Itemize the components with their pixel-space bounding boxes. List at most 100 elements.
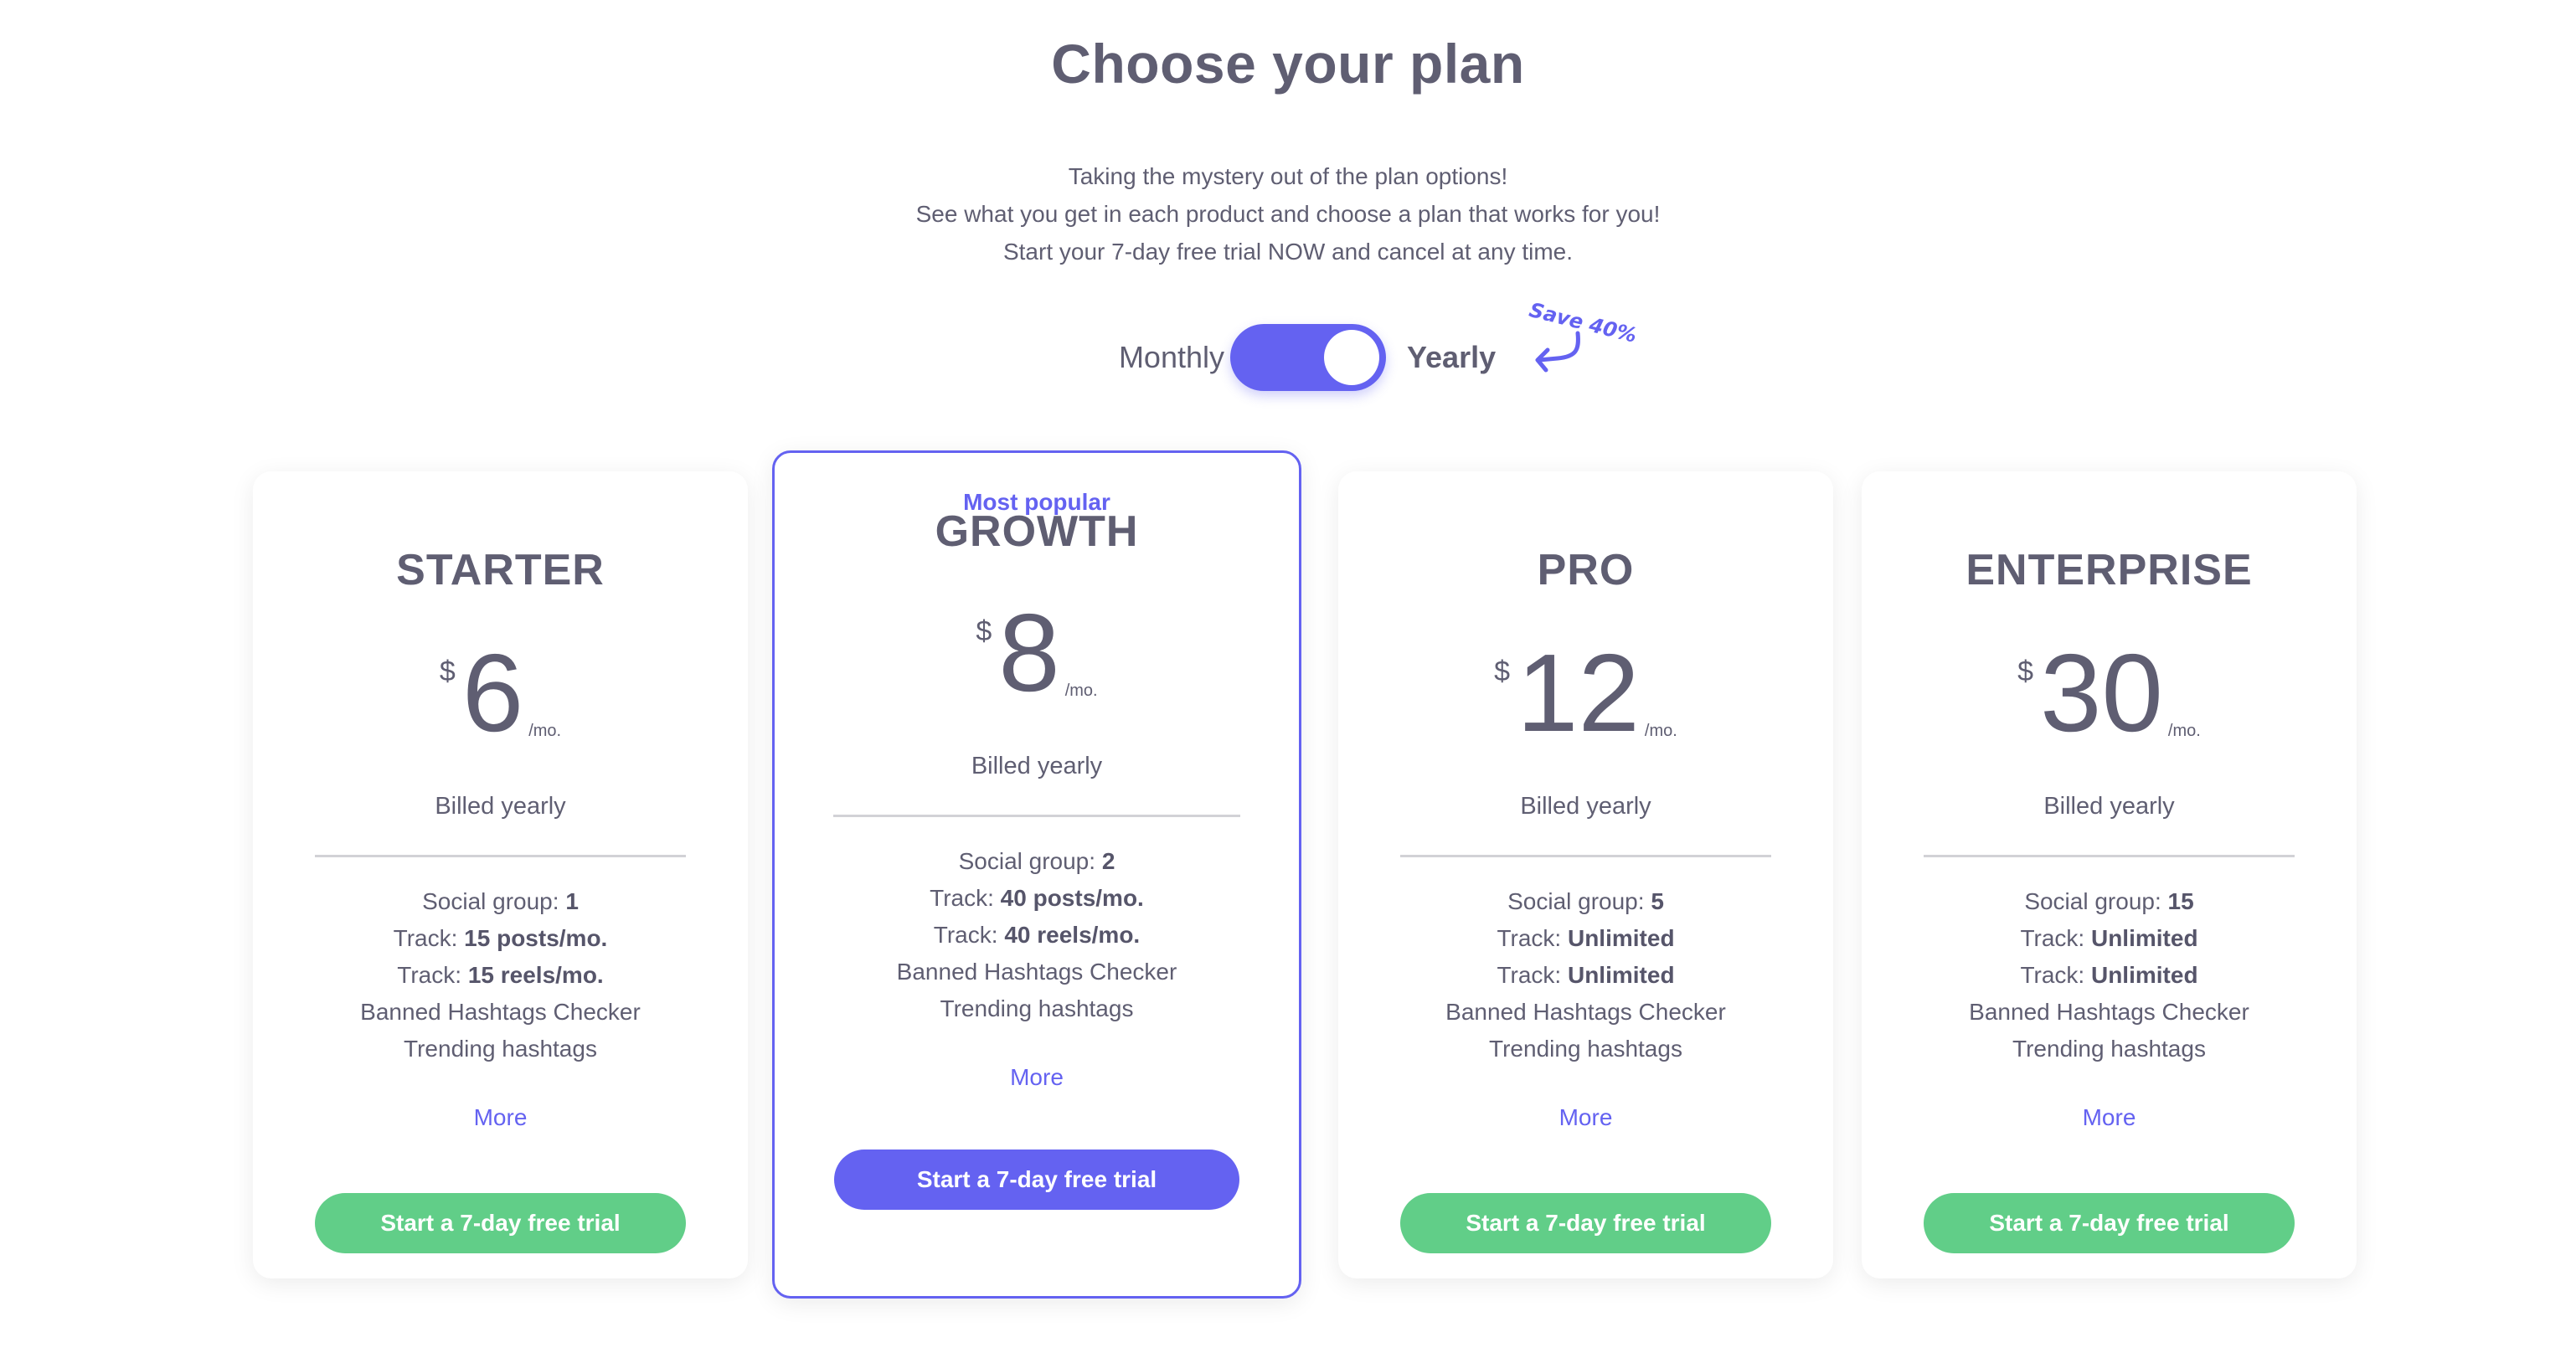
feature-item: Track: Unlimited: [1862, 957, 2357, 994]
subtitle-line: Taking the mystery out of the plan optio…: [1068, 163, 1508, 189]
more-link[interactable]: More: [1862, 1104, 2357, 1131]
plan-card-starter: STARTER $ 6 /mo. Billed yearly Social gr…: [253, 471, 748, 1278]
feature-label: Social group:: [2024, 888, 2168, 914]
feature-item: Social group: 2: [775, 843, 1299, 880]
feature-item: Banned Hashtags Checker: [1862, 994, 2357, 1031]
save-note: Save 40%: [1527, 295, 1663, 387]
feature-list: Social group: 5 Track: Unlimited Track: Un…: [1338, 883, 1833, 1067]
feature-value: Unlimited: [2090, 962, 2198, 988]
divider: [315, 855, 686, 857]
plan-price: $ 12 /mo.: [1338, 631, 1833, 754]
feature-value: Unlimited: [1567, 925, 1675, 951]
feature-item: Social group: 15: [1862, 883, 2357, 920]
price-period: /mo.: [1064, 682, 1098, 700]
feature-list: Social group: 1 Track: 15 posts/mo. Track:…: [253, 883, 748, 1067]
more-link[interactable]: More: [1338, 1104, 1833, 1131]
start-trial-button[interactable]: Start a 7-day free trial: [315, 1193, 686, 1253]
billing-toggle[interactable]: [1230, 324, 1386, 391]
feature-item: Track: Unlimited: [1862, 920, 2357, 957]
billing-note: Billed yearly: [2043, 793, 2175, 820]
curved-arrow-icon: [1535, 331, 1580, 373]
start-trial-button[interactable]: Start a 7-day free trial: [834, 1150, 1239, 1210]
billing-note: Billed yearly: [971, 753, 1103, 779]
feature-label: Banned Hashtags Checker: [1445, 999, 1726, 1025]
feature-item: Track: 15 reels/mo.: [253, 957, 748, 994]
feature-label: Trending hashtags: [404, 1036, 597, 1062]
price-period: /mo.: [2167, 722, 2201, 740]
price-amount: 8: [998, 591, 1060, 714]
feature-item: Banned Hashtags Checker: [253, 994, 748, 1031]
yearly-label[interactable]: Yearly: [1407, 339, 1496, 376]
feature-item: Trending hashtags: [1862, 1031, 2357, 1067]
plan-name: ENTERPRISE: [1965, 546, 2253, 594]
feature-label: Banned Hashtags Checker: [1969, 999, 2249, 1025]
start-trial-button[interactable]: Start a 7-day free trial: [1400, 1193, 1771, 1253]
currency-symbol: $: [1494, 656, 1511, 687]
feature-label: Track:: [930, 885, 1001, 911]
feature-item: Trending hashtags: [253, 1031, 748, 1067]
feature-value: 15 posts/mo.: [464, 925, 608, 951]
feature-item: Social group: 1: [253, 883, 748, 920]
feature-label: Banned Hashtags Checker: [360, 999, 641, 1025]
feature-label: Track:: [933, 922, 1005, 948]
feature-value: Unlimited: [1567, 962, 1675, 988]
toggle-knob: [1324, 330, 1379, 385]
divider: [833, 815, 1240, 817]
divider: [1400, 855, 1771, 857]
feature-value: 15: [2167, 888, 2194, 914]
feature-label: Banned Hashtags Checker: [896, 959, 1177, 985]
feature-value: Unlimited: [2090, 925, 2198, 951]
billing-note: Billed yearly: [435, 793, 566, 820]
more-link[interactable]: More: [775, 1064, 1299, 1091]
feature-value: 1: [565, 888, 579, 914]
plan-card-pro: PRO $ 12 /mo. Billed yearly Social group…: [1338, 471, 1833, 1278]
feature-label: Track:: [397, 962, 468, 988]
price-amount: 6: [461, 631, 524, 754]
feature-label: Social group:: [1507, 888, 1651, 914]
feature-value: 5: [1651, 888, 1664, 914]
page-subtitle: Taking the mystery out of the plan optio…: [0, 157, 2576, 270]
feature-value: 40 posts/mo.: [1000, 885, 1144, 911]
billing-note: Billed yearly: [1520, 793, 1651, 820]
feature-label: Social group:: [958, 848, 1102, 874]
price-period: /mo.: [528, 722, 562, 740]
feature-value: 2: [1101, 848, 1115, 874]
feature-label: Track:: [2020, 962, 2091, 988]
feature-item: Social group: 5: [1338, 883, 1833, 920]
feature-value: 40 reels/mo.: [1004, 922, 1141, 948]
price-amount: 30: [2040, 631, 2163, 754]
feature-value: 15 reels/mo.: [467, 962, 604, 988]
plan-card-growth: Most popular GROWTH $ 8 /mo. Billed year…: [772, 450, 1301, 1299]
currency-symbol: $: [976, 615, 992, 647]
feature-item: Trending hashtags: [775, 990, 1299, 1027]
feature-list: Social group: 2 Track: 40 posts/mo. Track:…: [775, 843, 1299, 1027]
plan-price: $ 8 /mo.: [775, 591, 1299, 714]
feature-label: Track:: [2020, 925, 2091, 951]
feature-label: Track:: [393, 925, 465, 951]
feature-item: Track: 15 posts/mo.: [253, 920, 748, 957]
plan-name: PRO: [1537, 546, 1635, 594]
feature-item: Track: 40 posts/mo.: [775, 880, 1299, 917]
feature-label: Track:: [1497, 925, 1568, 951]
plan-name: GROWTH: [935, 507, 1139, 556]
monthly-label[interactable]: Monthly: [1119, 339, 1224, 376]
feature-item: Track: Unlimited: [1338, 920, 1833, 957]
feature-label: Trending hashtags: [1489, 1036, 1682, 1062]
feature-label: Trending hashtags: [940, 995, 1134, 1021]
more-link[interactable]: More: [253, 1104, 748, 1131]
plan-price: $ 30 /mo.: [1862, 631, 2357, 754]
feature-label: Social group:: [422, 888, 566, 914]
feature-list: Social group: 15 Track: Unlimited Track: U…: [1862, 883, 2357, 1067]
subtitle-line: Start your 7-day free trial NOW and canc…: [1002, 239, 1574, 265]
feature-item: Banned Hashtags Checker: [775, 954, 1299, 990]
price-amount: 12: [1517, 631, 1640, 754]
currency-symbol: $: [2017, 656, 2034, 687]
divider: [1924, 855, 2295, 857]
plan-name: STARTER: [396, 546, 605, 594]
plan-price: $ 6 /mo.: [253, 631, 748, 754]
feature-label: Trending hashtags: [2012, 1036, 2206, 1062]
page-title: Choose your plan: [1051, 33, 1525, 95]
start-trial-button[interactable]: Start a 7-day free trial: [1924, 1193, 2295, 1253]
price-period: /mo.: [1644, 722, 1677, 740]
feature-item: Track: 40 reels/mo.: [775, 917, 1299, 954]
